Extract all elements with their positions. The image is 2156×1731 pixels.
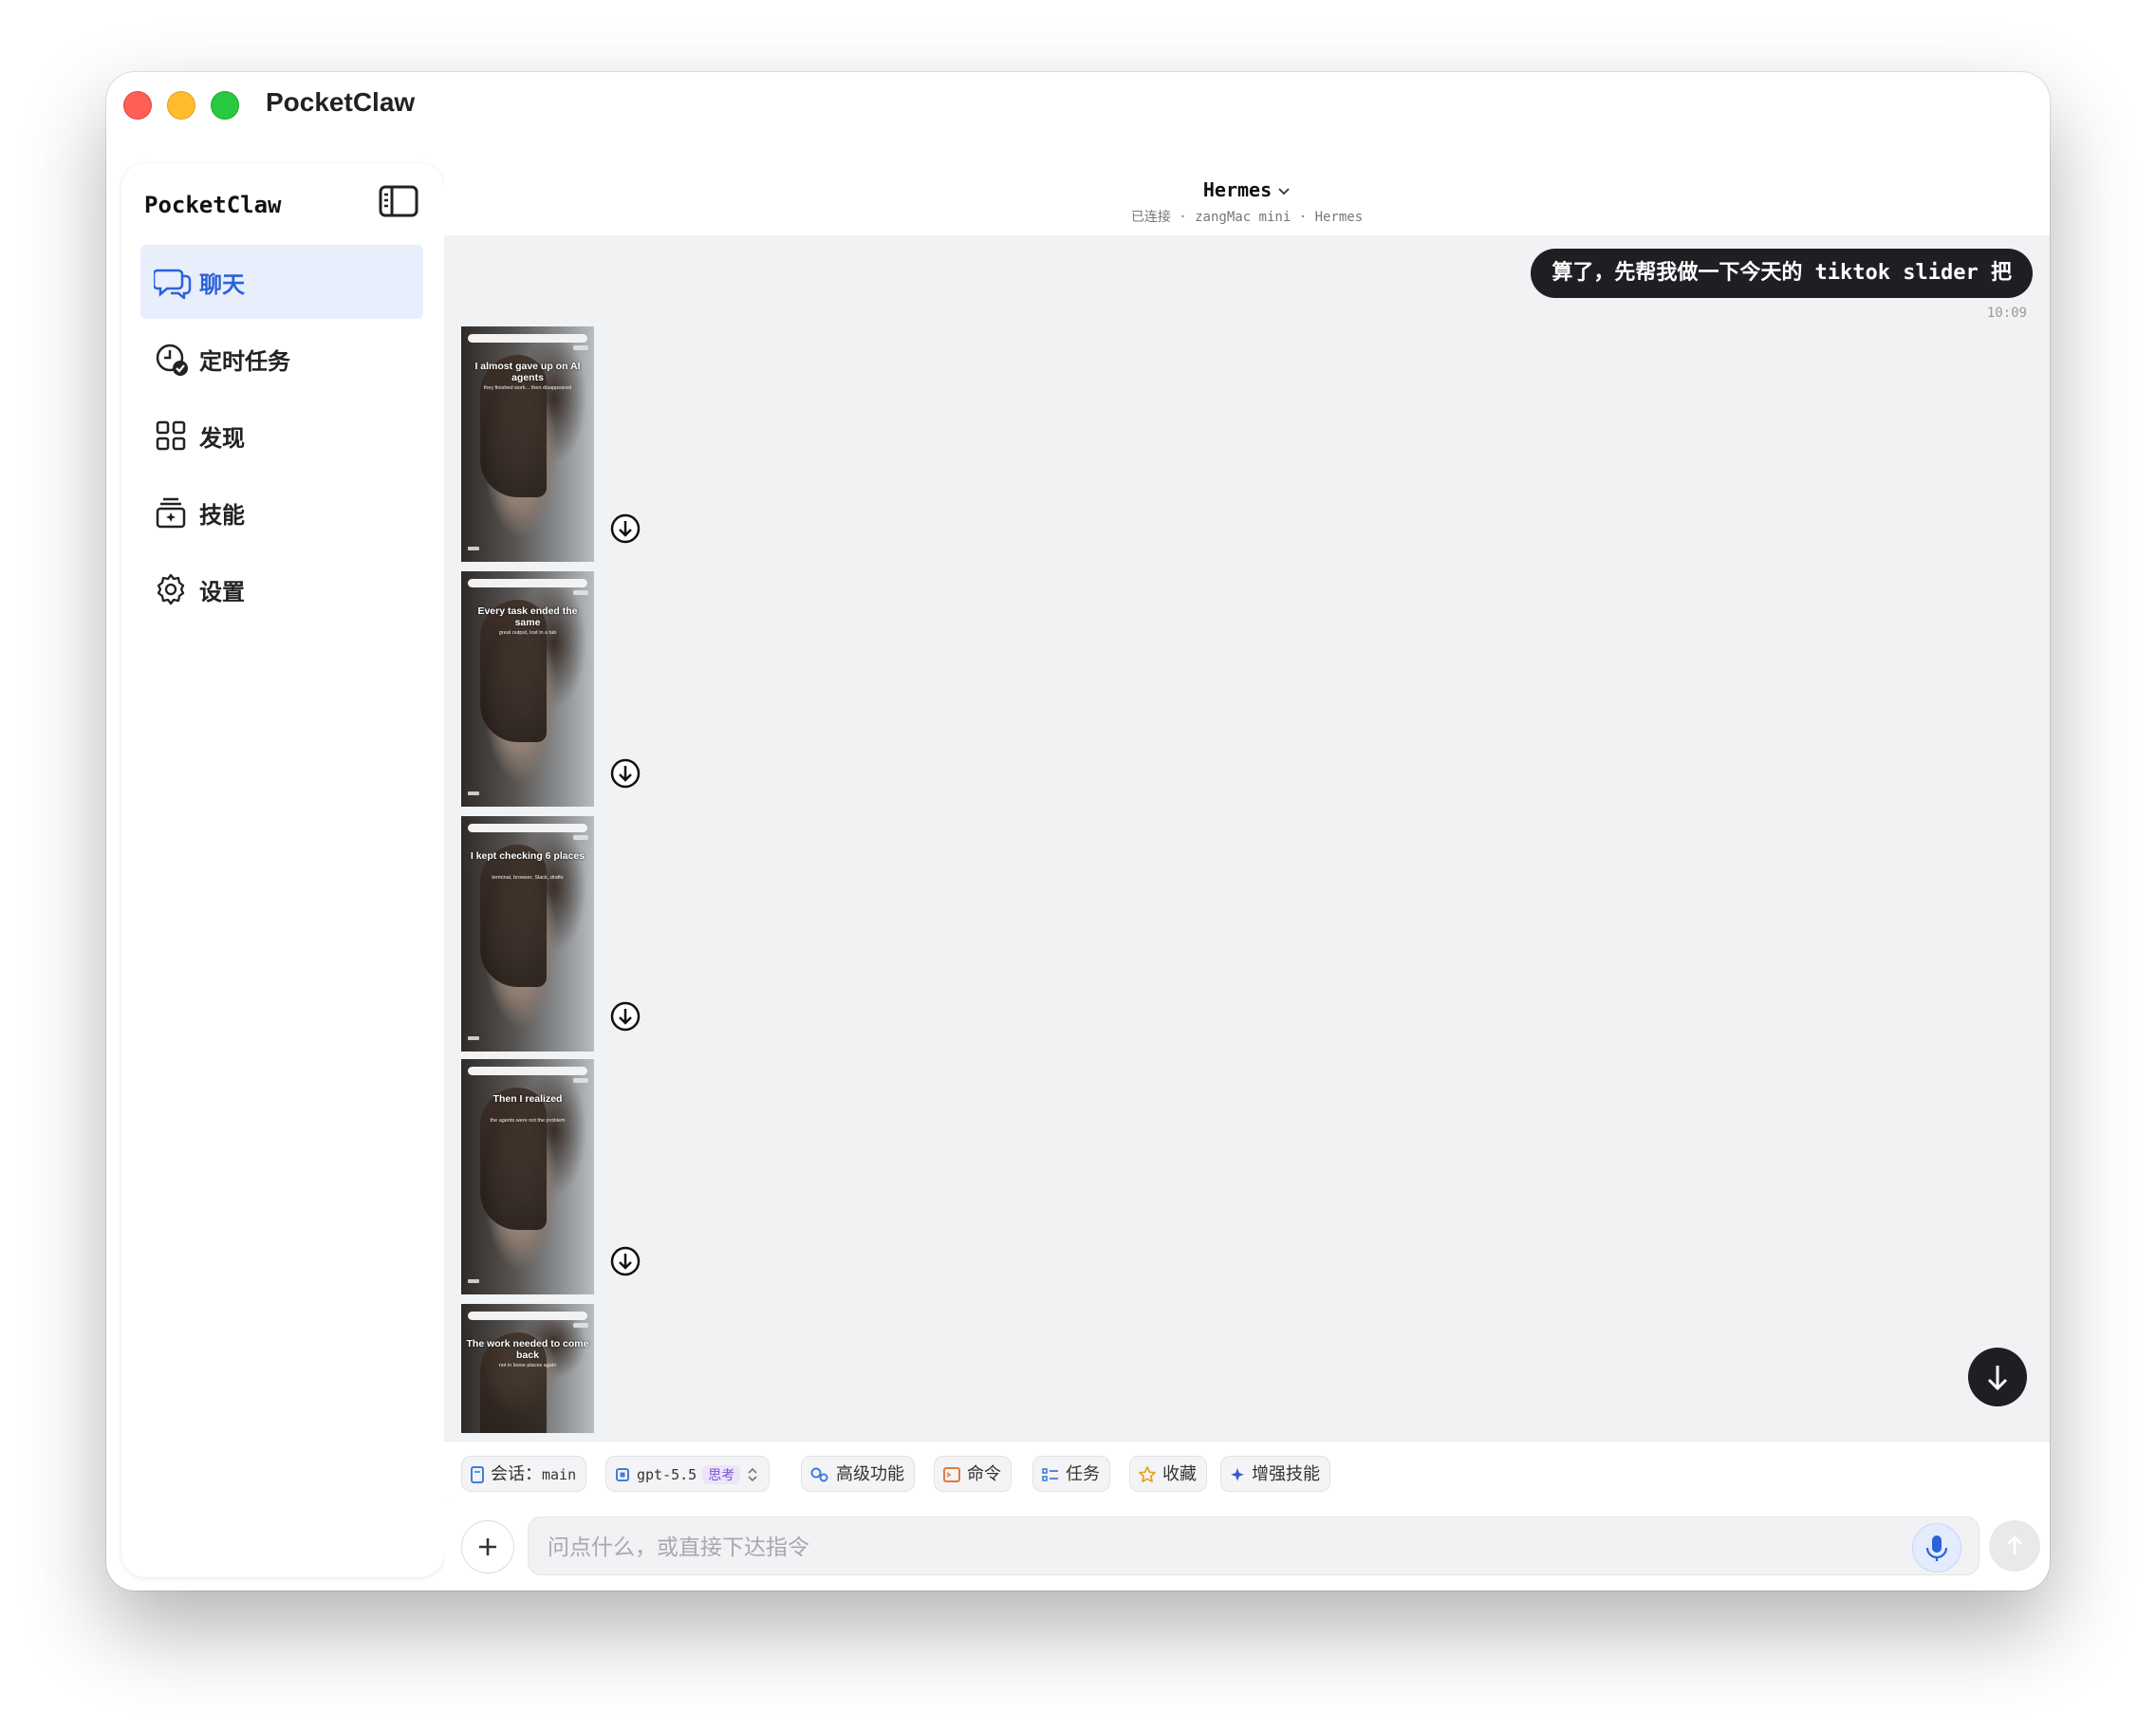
slide-subcaption: they finished work... then disappeared	[483, 385, 572, 391]
minimize-window-button[interactable]	[167, 91, 195, 120]
checklist-icon	[1042, 1468, 1058, 1482]
favorites-label: 收藏	[1162, 1464, 1197, 1483]
sidebar-toggle-icon[interactable]	[378, 184, 419, 220]
sparkle-icon	[1231, 1468, 1244, 1481]
send-button[interactable]	[1989, 1520, 2040, 1572]
slide-subcaption: great output, lost in a tab	[498, 630, 557, 636]
sidebar-item-discover[interactable]: 发现	[140, 399, 423, 473]
attach-button[interactable]	[461, 1520, 514, 1573]
message-time: 10:09	[1986, 306, 2027, 321]
terminal-icon	[943, 1467, 960, 1483]
document-icon	[471, 1466, 484, 1484]
tasks-label: 任务	[1066, 1464, 1100, 1483]
grid-icon	[154, 419, 188, 453]
gear-icon	[154, 572, 188, 606]
connection-status: 已连接 · zangMac mini · Hermes	[444, 207, 2050, 226]
chevron-updown-icon	[748, 1468, 757, 1482]
chat-header: Hermes 已连接 · zangMac mini · Hermes	[444, 158, 2050, 235]
sidebar-item-label: 设置	[199, 580, 245, 605]
slide-caption: I kept checking 6 places	[470, 850, 585, 862]
agent-label: Hermes	[1314, 210, 1364, 225]
sidebar-item-label: 技能	[199, 503, 245, 529]
user-message: 算了，先帮我做一下今天的 tiktok slider 把	[1531, 249, 2033, 298]
sidebar-title: PocketClaw	[144, 192, 282, 218]
favorites-button[interactable]: 收藏	[1129, 1456, 1207, 1492]
sidebar-item-settings[interactable]: 设置	[140, 552, 423, 626]
sidebar-item-scheduled-tasks[interactable]: 定时任务	[140, 322, 423, 396]
sidebar-item-label: 定时任务	[199, 349, 290, 375]
slide-caption: I almost gave up on AI agents	[474, 361, 581, 383]
device-name: zangMac mini	[1195, 210, 1292, 225]
sidebar-item-chat[interactable]: 聊天	[140, 245, 423, 319]
scroll-to-bottom-button[interactable]	[1968, 1348, 2027, 1406]
command-button[interactable]: 命令	[934, 1456, 1012, 1492]
slide-image[interactable]: Every task ended the same great output, …	[461, 571, 594, 807]
download-icon[interactable]	[609, 1000, 641, 1033]
sidebar-item-skills[interactable]: 技能	[140, 475, 423, 549]
session-value: main	[542, 1466, 577, 1483]
agent-name: Hermes	[1202, 178, 1273, 201]
slide-caption: The work needed to come back	[466, 1338, 589, 1361]
slide-image[interactable]: The work needed to come back not in loos…	[461, 1304, 594, 1433]
composer-toolbar: 会话：main gpt-5.5 思考 高级功能 命令 任务 收藏 增强技能	[444, 1441, 2050, 1502]
agent-selector[interactable]: Hermes	[444, 178, 2050, 201]
model-name: gpt-5.5	[637, 1466, 697, 1483]
plus-icon	[479, 1538, 496, 1555]
chip-icon	[616, 1468, 629, 1482]
skills-icon	[154, 495, 188, 530]
zoom-window-button[interactable]	[211, 91, 239, 120]
download-icon[interactable]	[609, 1245, 641, 1277]
session-chip[interactable]: 会话：main	[461, 1456, 587, 1492]
slide-caption: Then I realized	[493, 1093, 563, 1105]
separator: ·	[1170, 210, 1196, 225]
sidebar-item-label: 聊天	[199, 272, 245, 298]
advanced-features-button[interactable]: 高级功能	[801, 1456, 915, 1492]
microphone-icon	[1925, 1536, 1948, 1561]
slide-subcaption: terminal, browser, Slack, drafts	[492, 875, 564, 881]
enhance-label: 增强技能	[1252, 1464, 1320, 1483]
advanced-label: 高级功能	[836, 1464, 904, 1483]
composer	[444, 1503, 2050, 1591]
tasks-button[interactable]: 任务	[1032, 1456, 1110, 1492]
message-input-box	[528, 1517, 1979, 1576]
status-text: 已连接	[1130, 210, 1171, 225]
thinking-badge: 思考	[702, 1465, 741, 1485]
slide-image[interactable]: I kept checking 6 places terminal, brows…	[461, 816, 594, 1052]
star-icon	[1139, 1466, 1156, 1483]
download-icon[interactable]	[609, 757, 641, 790]
enhance-skills-button[interactable]: 增强技能	[1220, 1456, 1330, 1492]
slide-subcaption: the agents were not the problem	[490, 1118, 566, 1124]
message-input[interactable]	[546, 1517, 1878, 1576]
arrow-up-icon	[2007, 1536, 2022, 1554]
slide-subcaption: not in loose places again	[498, 1363, 557, 1368]
session-label: 会话：	[491, 1464, 542, 1483]
slide-caption: Every task ended the same	[477, 605, 578, 628]
chat-icon	[152, 265, 192, 301]
microphone-button[interactable]	[1912, 1523, 1961, 1573]
app-window: PocketClaw PocketClaw 聊天 定时任务 发现 技能 设置 H…	[106, 72, 2050, 1591]
slide-image[interactable]: I almost gave up on AI agents they finis…	[461, 326, 594, 562]
title-bar: PocketClaw	[106, 72, 2050, 158]
chat-area[interactable]: 算了，先帮我做一下今天的 tiktok slider 把 10:09 I alm…	[444, 235, 2050, 1441]
model-selector[interactable]: gpt-5.5 思考	[605, 1456, 771, 1492]
slide-image[interactable]: Then I realized the agents were not the …	[461, 1059, 594, 1294]
clock-check-icon	[154, 342, 188, 376]
download-icon[interactable]	[609, 512, 641, 545]
close-window-button[interactable]	[123, 91, 152, 120]
app-title: PocketClaw	[266, 87, 416, 117]
gears-icon	[810, 1467, 828, 1482]
arrow-down-icon	[1987, 1366, 2008, 1391]
sidebar: PocketClaw 聊天 定时任务 发现 技能 设置	[121, 163, 444, 1577]
main-panel: Hermes 已连接 · zangMac mini · Hermes 算了，先帮…	[444, 158, 2050, 1591]
chevron-down-icon	[1278, 187, 1290, 195]
sidebar-item-label: 发现	[199, 426, 245, 452]
separator: ·	[1291, 210, 1315, 225]
command-label: 命令	[967, 1464, 1001, 1483]
